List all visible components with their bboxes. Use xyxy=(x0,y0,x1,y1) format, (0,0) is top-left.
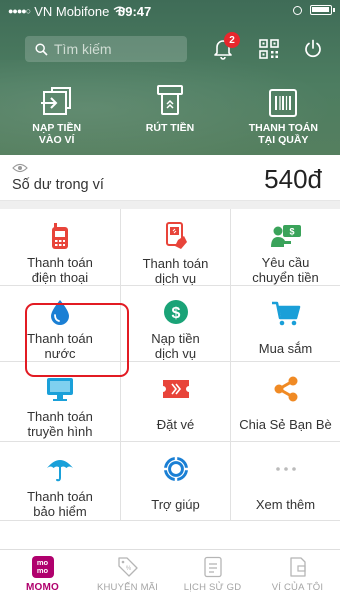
balance-value: 540đ xyxy=(264,164,322,194)
withdraw-label: RÚT TIỀN xyxy=(145,122,195,134)
service-tv-payment[interactable]: Thanh toán truyền hình xyxy=(0,362,121,442)
service-label: Xem thêm xyxy=(255,497,316,512)
help-lifebuoy-icon xyxy=(163,457,188,481)
svg-text:%: % xyxy=(125,566,131,572)
services-grid: Thanh toán điện thoại Thanh toán dịch vụ… xyxy=(0,209,340,549)
nav-momo[interactable]: mo mo MOMO xyxy=(0,550,85,601)
bottom-navigation: mo mo MOMO % KHUYẾN MÃI LỊCH SỬ GD VÍ CỦ… xyxy=(0,549,340,601)
pay-at-counter-label: THANH TOÁN TẠI QUẦY xyxy=(248,122,318,146)
nav-label: VÍ CỦA TÔI xyxy=(271,582,324,593)
counter-payment-icon xyxy=(269,89,298,117)
service-label: Đặt vé xyxy=(156,417,195,432)
service-label: Mua sắm xyxy=(258,341,313,356)
share-icon xyxy=(274,376,297,402)
svg-text:$: $ xyxy=(289,226,294,236)
umbrella-icon xyxy=(47,460,73,482)
deposit-to-wallet-button[interactable]: NẠP TIỀN VÀO VÍ xyxy=(0,80,113,152)
money-request-icon: $ xyxy=(270,224,301,247)
battery-icon xyxy=(310,5,335,15)
logout-button[interactable] xyxy=(298,34,328,64)
service-see-more[interactable]: Xem thêm xyxy=(231,442,340,521)
promotion-tag-icon: % xyxy=(117,557,138,577)
history-list-icon xyxy=(203,556,222,578)
service-label: Thanh toán điện thoại xyxy=(27,255,93,285)
service-help[interactable]: Trợ giúp xyxy=(121,442,231,521)
nav-transaction-history[interactable]: LỊCH SỬ GD xyxy=(170,550,255,601)
more-dots-icon xyxy=(275,467,296,471)
service-money-request[interactable]: $ Yêu cầu chuyển tiền xyxy=(231,209,340,286)
clock-time: 09:47 xyxy=(118,4,152,19)
wallet-icon xyxy=(289,557,306,577)
service-payment-icon xyxy=(165,222,187,249)
pay-at-counter-button[interactable]: THANH TOÁN TẠI QUẦY xyxy=(227,80,340,152)
deposit-label: NẠP TIỀN VÀO VÍ xyxy=(32,122,82,146)
dollar-coin-icon: $ xyxy=(163,300,188,324)
service-label: Thanh toán truyền hình xyxy=(27,409,93,439)
nav-promotions[interactable]: % KHUYẾN MÃI xyxy=(85,550,170,601)
withdraw-icon xyxy=(156,85,183,115)
nav-label: LỊCH SỬ GD xyxy=(183,582,242,593)
power-icon xyxy=(305,39,321,58)
search-input[interactable] xyxy=(54,41,174,57)
nav-label: KHUYẾN MÃI xyxy=(96,582,159,593)
carrier-name: VN Mobifone xyxy=(34,3,110,19)
service-share-friends[interactable]: Chia Sẻ Bạn Bè xyxy=(231,362,340,442)
search-icon xyxy=(35,42,48,56)
service-shopping[interactable]: Mua sắm xyxy=(231,286,340,362)
qr-code-icon xyxy=(259,39,279,59)
service-label: Trợ giúp xyxy=(151,497,200,512)
momo-logo-icon: mo mo xyxy=(31,556,54,578)
signal-strength-icon: ●●●●○ xyxy=(8,6,31,16)
notifications-button[interactable]: 2 xyxy=(208,32,240,64)
app-header: ●●●●○ VN Mobifone 09:47 2 xyxy=(0,0,340,155)
section-divider xyxy=(0,201,340,209)
service-insurance-payment[interactable]: Thanh toán bảo hiểm xyxy=(0,442,121,521)
svg-text:$: $ xyxy=(171,305,180,322)
mobile-phone-icon xyxy=(52,222,68,249)
service-label: Thanh toán bảo hiểm xyxy=(27,489,93,519)
service-phone-payment[interactable]: Thanh toán điện thoại xyxy=(0,209,121,286)
quick-actions: NẠP TIỀN VÀO VÍ RÚT TIỀN THANH TOÁN TẠI … xyxy=(0,80,340,152)
wallet-balance: Số dư trong ví 540đ xyxy=(0,155,340,201)
service-topup[interactable]: $ Nạp tiền dịch vụ xyxy=(121,286,231,362)
search-bar[interactable] xyxy=(25,36,187,62)
nav-label: MOMO xyxy=(25,582,60,593)
alarm-icon xyxy=(293,5,302,15)
water-drop-icon xyxy=(51,300,69,325)
service-label: Nạp tiền dịch vụ xyxy=(151,331,200,361)
wallet-deposit-icon xyxy=(40,87,71,115)
withdraw-button[interactable]: RÚT TIỀN xyxy=(113,80,226,152)
ticket-icon xyxy=(162,380,189,398)
qr-scan-button[interactable] xyxy=(254,34,284,64)
status-bar: ●●●●○ VN Mobifone 09:47 xyxy=(0,0,340,22)
service-bill-payment[interactable]: Thanh toán dịch vụ xyxy=(121,209,231,286)
shopping-cart-icon xyxy=(271,301,300,326)
eye-icon xyxy=(12,163,28,173)
nav-my-wallet[interactable]: VÍ CỦA TÔI xyxy=(255,550,340,601)
service-label: Thanh toán dịch vụ xyxy=(142,256,209,286)
service-water-payment[interactable]: Thanh toán nước xyxy=(0,286,121,362)
service-label: Yêu cầu chuyển tiền xyxy=(252,255,319,285)
toggle-balance-visibility[interactable] xyxy=(12,160,28,178)
tv-icon xyxy=(47,378,73,401)
balance-label: Số dư trong ví xyxy=(12,177,104,193)
service-ticket-booking[interactable]: Đặt vé xyxy=(121,362,231,442)
service-label: Thanh toán nước xyxy=(27,331,93,361)
service-label: Chia Sẻ Bạn Bè xyxy=(239,417,332,432)
notification-badge: 2 xyxy=(224,32,240,48)
